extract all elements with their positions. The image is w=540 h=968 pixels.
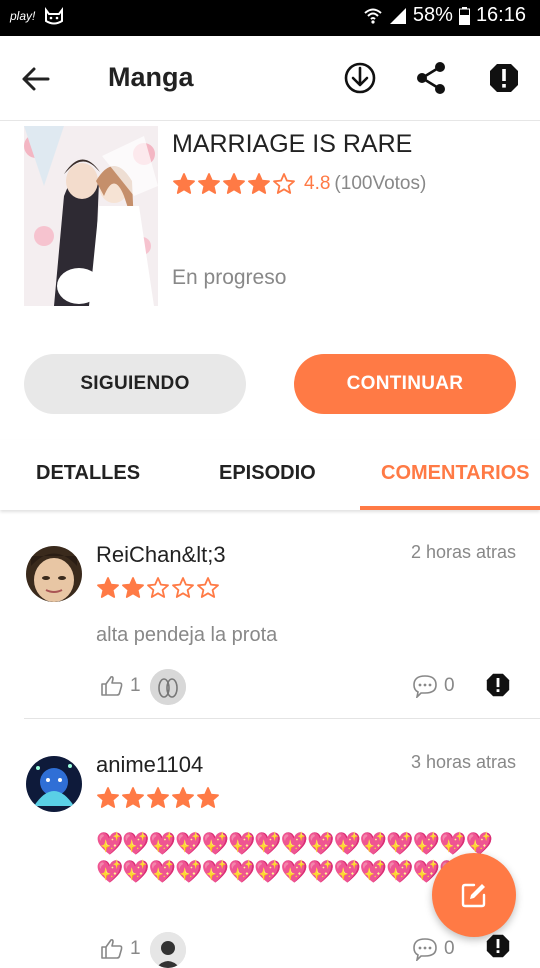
comment-text: alta pendeja la prota: [96, 624, 278, 646]
status-bar: play! 58% 16:16: [0, 0, 540, 36]
star-filled-icon: [147, 787, 169, 808]
play-app-label: play!: [10, 9, 36, 23]
star-filled-icon: [248, 173, 270, 194]
rating-votes: (100Votos): [334, 173, 427, 194]
liker-avatar[interactable]: [150, 932, 186, 968]
comment-username[interactable]: ReiChan&lt;3: [96, 542, 226, 568]
star-filled-icon: [97, 577, 119, 598]
active-tab-indicator: [360, 506, 540, 510]
report-icon[interactable]: [484, 58, 524, 98]
following-button[interactable]: SIGUIENDO: [24, 354, 246, 414]
continue-button[interactable]: CONTINUAR: [294, 354, 516, 414]
comment-time: 3 horas atras: [410, 752, 516, 772]
comment-bubble-icon: [413, 938, 437, 961]
avatar[interactable]: [26, 546, 82, 602]
comment-rating-stars: [96, 786, 220, 810]
download-icon[interactable]: [340, 58, 380, 98]
report-icon[interactable]: [484, 671, 512, 699]
edit-icon: [461, 883, 486, 908]
publication-status: En progreso: [172, 266, 287, 289]
star-outline-icon: [273, 173, 295, 194]
manga-rating: 4.8 (100Votos): [172, 172, 426, 196]
star-filled-icon: [197, 787, 219, 808]
tab-episodes[interactable]: EPISODIO: [219, 462, 316, 485]
star-filled-icon: [122, 787, 144, 808]
manga-cover-image[interactable]: [24, 126, 158, 306]
cover-art: [24, 126, 158, 306]
battery-icon: [458, 6, 470, 25]
wifi-icon: [364, 8, 382, 24]
star-outline-icon: [172, 577, 194, 598]
comment-username[interactable]: anime1104: [96, 752, 203, 778]
battery-percent: 58%: [412, 4, 453, 26]
clock: 16:16: [475, 4, 526, 26]
star-filled-icon: [198, 173, 220, 194]
star-filled-icon: [97, 787, 119, 808]
tab-bar: DETALLES EPISODIO COMENTARIOS: [0, 440, 540, 510]
reply-count: 0: [444, 675, 455, 696]
star-filled-icon: [122, 577, 144, 598]
thumbs-up-icon: [101, 675, 123, 696]
app-bar: Manga: [0, 36, 540, 121]
back-arrow-icon[interactable]: [18, 62, 52, 96]
like-button[interactable]: 1: [100, 674, 141, 698]
liker-avatar[interactable]: [150, 669, 186, 705]
star-filled-icon: [223, 173, 245, 194]
reply-count: 0: [444, 938, 455, 959]
divider: [24, 718, 540, 719]
comment-bubble-icon: [413, 675, 437, 698]
star-outline-icon: [197, 577, 219, 598]
share-icon[interactable]: [412, 58, 452, 98]
like-button[interactable]: 1: [100, 937, 141, 961]
rating-stars: [172, 172, 296, 196]
manga-title: MARRIAGE IS RARE: [172, 130, 413, 158]
report-icon[interactable]: [484, 932, 512, 960]
tab-details[interactable]: DETALLES: [36, 462, 140, 485]
star-filled-icon: [173, 173, 195, 194]
star-filled-icon: [172, 787, 194, 808]
signal-icon: [389, 7, 406, 24]
rating-score: 4.8: [304, 173, 331, 194]
page-title: Manga: [108, 62, 194, 92]
write-comment-button[interactable]: [432, 853, 516, 937]
like-count: 1: [130, 675, 141, 696]
star-outline-icon: [147, 577, 169, 598]
comment-time: 2 horas atras: [410, 542, 516, 562]
reply-button[interactable]: 0: [412, 937, 455, 961]
like-count: 1: [130, 938, 141, 959]
reply-button[interactable]: 0: [412, 674, 455, 698]
thumbs-up-icon: [101, 938, 123, 959]
avatar[interactable]: [26, 756, 82, 812]
tab-comments[interactable]: COMENTARIOS: [381, 462, 530, 485]
cat-icon: [45, 7, 64, 25]
comment-rating-stars: [96, 576, 220, 600]
